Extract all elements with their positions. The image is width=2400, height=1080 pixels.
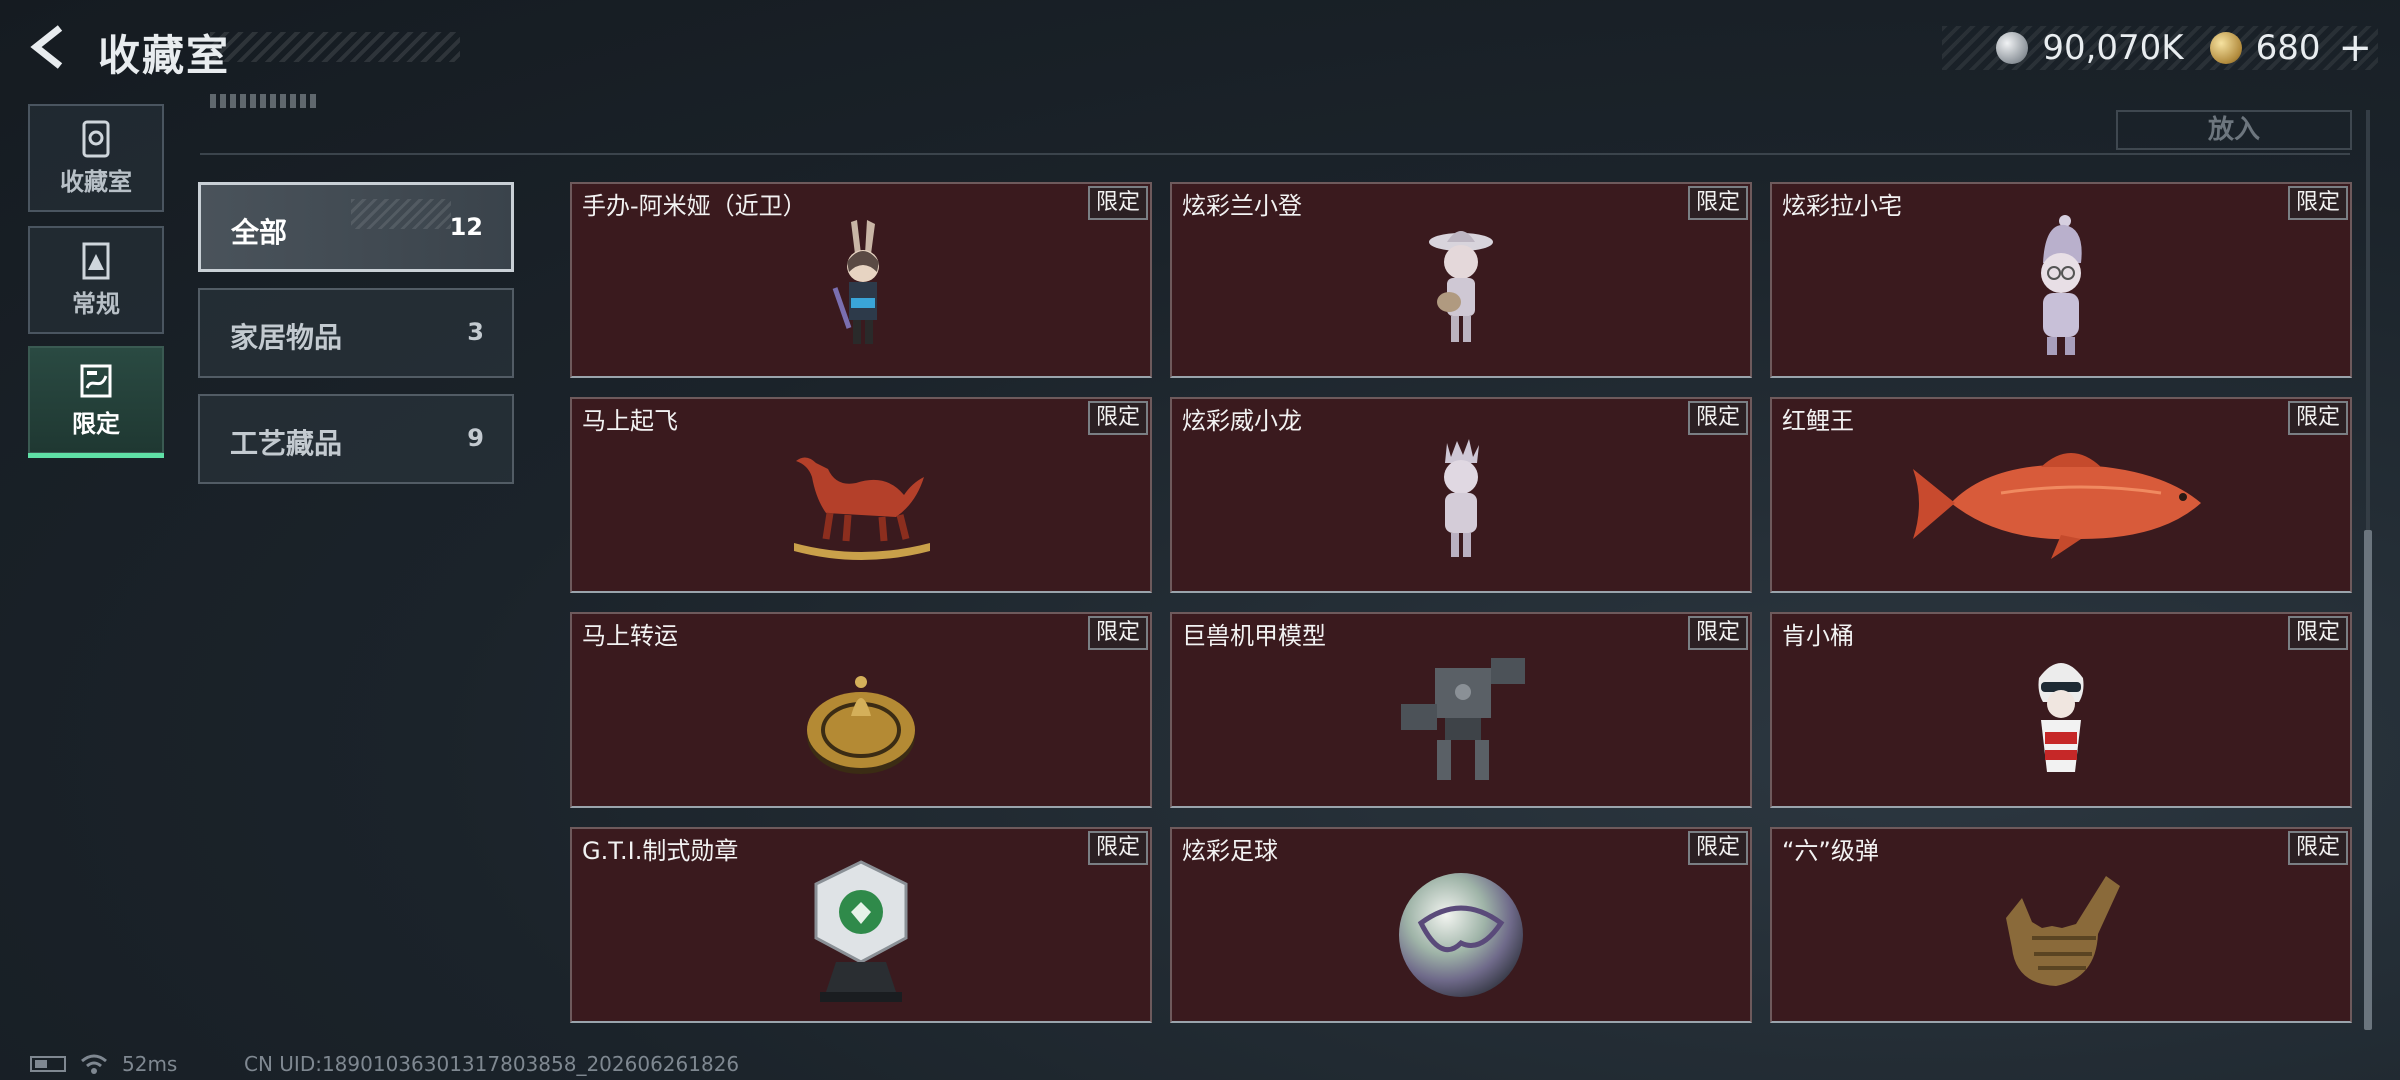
- figurine-icon: [2038, 662, 2084, 772]
- sidebar-tab-collection[interactable]: 收藏室: [28, 104, 164, 212]
- item-name: 肯小桶: [1782, 622, 1854, 650]
- item-card[interactable]: 巨兽机甲模型 限定: [1170, 612, 1752, 808]
- category-count: 9: [467, 424, 484, 452]
- limited-badge: 限定: [2288, 401, 2348, 435]
- limited-badge: 限定: [1088, 186, 1148, 220]
- item-card[interactable]: 红鲤王 限定: [1770, 397, 2352, 593]
- back-arrow-icon[interactable]: [26, 24, 72, 70]
- item-card[interactable]: G.T.I.制式勋章 限定: [570, 827, 1152, 1023]
- put-in-button[interactable]: 放入: [2116, 110, 2352, 150]
- header-divider: [200, 153, 2350, 155]
- collection-icon: [82, 120, 110, 158]
- sidebar-tab-label: 常规: [72, 290, 120, 318]
- limited-badge: 限定: [1688, 401, 1748, 435]
- limited-badge: 限定: [1088, 616, 1148, 650]
- category-count: 12: [449, 213, 483, 241]
- item-name: 马上起飞: [582, 407, 678, 435]
- scrollbar-thumb[interactable]: [2364, 530, 2372, 1030]
- top-bar: 收藏室 90,070K 680 +: [0, 0, 2400, 100]
- limited-badge: 限定: [1688, 186, 1748, 220]
- battery-icon: [30, 1056, 66, 1072]
- currency-bar: 90,070K 680 +: [1942, 25, 2378, 71]
- item-name: G.T.I.制式勋章: [582, 837, 739, 865]
- sidebar-tab-label: 收藏室: [60, 168, 132, 196]
- item-name: 炫彩足球: [1182, 837, 1278, 865]
- item-card[interactable]: 炫彩足球 限定: [1170, 827, 1752, 1023]
- item-name: 红鲤王: [1782, 407, 1854, 435]
- category-crafts[interactable]: 工艺藏品 9: [198, 394, 514, 484]
- item-name: 巨兽机甲模型: [1182, 622, 1326, 650]
- category-name: 家居物品: [230, 321, 343, 354]
- item-name: 炫彩兰小登: [1182, 192, 1302, 220]
- item-card[interactable]: 马上转运 限定: [570, 612, 1152, 808]
- item-name: 马上转运: [582, 622, 678, 650]
- limited-badge: 限定: [2288, 831, 2348, 865]
- ping-value: 52ms: [122, 1052, 178, 1076]
- figurine-icon: [2041, 214, 2082, 355]
- hand-icon: [2006, 875, 2120, 986]
- item-card[interactable]: 炫彩拉小宅 限定: [1770, 182, 2352, 378]
- item-card[interactable]: 手办-阿米娅（近卫） 限定: [570, 182, 1152, 378]
- gold-coin-icon: [2209, 32, 2242, 64]
- sidebar-tab-label: 限定: [72, 410, 120, 438]
- ball-icon: [1399, 872, 1523, 997]
- horse-icon: [794, 457, 930, 560]
- disc-icon: [807, 675, 915, 774]
- regular-icon: [82, 242, 110, 280]
- status-bar: 52ms: [30, 1052, 177, 1076]
- item-card[interactable]: 马上起飞 限定: [570, 397, 1152, 593]
- limited-badge: 限定: [1688, 831, 1748, 865]
- limited-badge: 限定: [2288, 186, 2348, 220]
- item-card[interactable]: 炫彩兰小登 限定: [1170, 182, 1752, 378]
- item-name: “六”级弹: [1782, 837, 1879, 865]
- carp-icon: [1913, 452, 2201, 559]
- mech-icon: [1401, 657, 1525, 780]
- item-name: 手办-阿米娅（近卫）: [582, 192, 807, 220]
- silver-coin-amount: 90,070K: [2042, 28, 2184, 68]
- item-name: 炫彩威小龙: [1182, 407, 1302, 435]
- clipped-text: [210, 94, 320, 108]
- figurine-icon: [1429, 230, 1493, 342]
- figurine-icon: [832, 219, 879, 344]
- limited-badge: 限定: [1688, 616, 1748, 650]
- medal-icon: [814, 860, 908, 1002]
- category-name: 全部: [231, 216, 288, 249]
- item-card[interactable]: 肯小桶 限定: [1770, 612, 2352, 808]
- user-uid: CN UID:18901036301317803858_202606261826: [244, 1052, 740, 1076]
- sidebar-tab-limited[interactable]: 限定: [28, 346, 164, 458]
- item-card[interactable]: “六”级弹 限定: [1770, 827, 2352, 1023]
- category-name: 工艺藏品: [230, 427, 343, 460]
- item-name: 炫彩拉小宅: [1782, 192, 1902, 220]
- figurine-icon: [1444, 438, 1479, 557]
- item-card[interactable]: 炫彩威小龙 限定: [1170, 397, 1752, 593]
- limited-badge: 限定: [2288, 616, 2348, 650]
- gold-coin-amount: 680: [2255, 28, 2321, 68]
- category-count: 3: [467, 318, 484, 346]
- category-all[interactable]: 全部 12: [198, 182, 514, 272]
- limited-badge: 限定: [1088, 401, 1148, 435]
- silver-coin-icon: [1996, 32, 2029, 64]
- add-currency-button[interactable]: +: [2338, 25, 2372, 71]
- category-home-items[interactable]: 家居物品 3: [198, 288, 514, 378]
- wifi-icon: [81, 1054, 107, 1074]
- limited-badge: 限定: [1088, 831, 1148, 865]
- sidebar-tab-regular[interactable]: 常规: [28, 226, 164, 334]
- title-decoration: [210, 32, 460, 62]
- limited-icon: [80, 364, 112, 398]
